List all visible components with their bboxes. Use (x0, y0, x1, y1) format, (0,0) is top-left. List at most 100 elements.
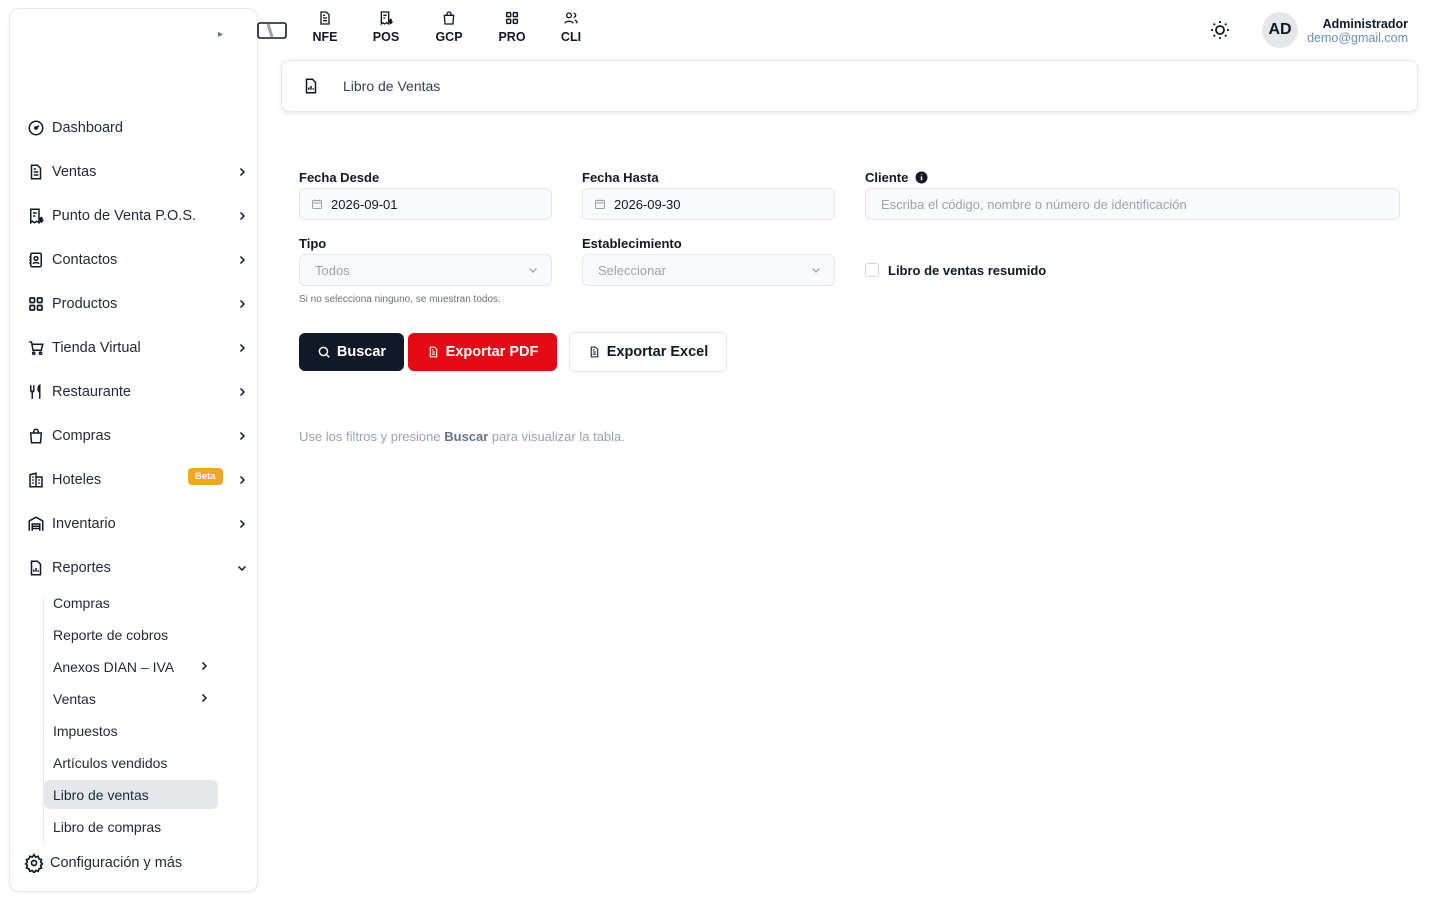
sidebar-item-label: Configuración y más (50, 855, 183, 871)
sidebar-item-label: Reportes (52, 560, 111, 576)
sidebar-item-reportes[interactable]: Reportes (26, 553, 250, 583)
report-icon (26, 558, 46, 578)
sub-item-label: Libro de compras (53, 818, 162, 835)
chevron-down-icon (234, 560, 250, 576)
sidebar-item-label: Productos (52, 296, 118, 312)
cliente-label-text: Cliente (865, 170, 909, 185)
user-email: demo@gmail.com (1307, 31, 1408, 45)
receipt-dollar-icon (26, 206, 46, 226)
sub-item-label: Artículos vendidos (53, 754, 168, 771)
tab-label: POS (372, 30, 400, 44)
tipo-select[interactable]: Todos (299, 254, 552, 286)
sidebar-toggle-button[interactable] (252, 18, 292, 44)
sub-item-reporte-cobros[interactable]: Reporte de cobros (44, 620, 218, 649)
grid-icon (26, 294, 46, 314)
invoice-icon (320, 11, 330, 25)
sidebar-item-label: Contactos (52, 252, 118, 268)
resumido-label[interactable]: Libro de ventas resumido (888, 263, 1046, 278)
tab-label: CLI (560, 30, 582, 44)
chevron-right-icon (234, 516, 250, 532)
info-icon[interactable] (915, 171, 928, 184)
tab-pro[interactable]: PRO (492, 10, 532, 50)
sidebar-item-pos[interactable]: Punto de Venta P.O.S. (26, 201, 250, 231)
resumido-checkbox[interactable] (865, 263, 879, 277)
cart-icon (26, 338, 46, 358)
cliente-search-input[interactable]: Escriba el código, nombre o número de id… (865, 188, 1400, 220)
tipo-label: Tipo (299, 236, 327, 251)
chevron-right-icon (234, 252, 250, 268)
gear-icon (24, 853, 44, 873)
sidebar-item-restaurante[interactable]: Restaurante (26, 377, 250, 407)
fecha-hasta-value: 2026-09-30 (614, 196, 681, 212)
shopping-bag-icon (26, 426, 46, 446)
empty-state-hint: Use los filtros y presione Buscar para v… (299, 429, 625, 444)
sidebar-item-contactos[interactable]: Contactos (26, 245, 250, 275)
avatar[interactable]: AD (1262, 12, 1298, 48)
page-title: Libro de Ventas (343, 78, 441, 94)
sidebar-item-inventario[interactable]: Inventario (26, 509, 250, 539)
sidebar-item-tienda-virtual[interactable]: Tienda Virtual (26, 333, 250, 363)
sub-item-articulos-vendidos[interactable]: Artículos vendidos (44, 748, 218, 777)
breadcrumb: Libro de Ventas (281, 60, 1418, 112)
report-icon (305, 78, 317, 94)
tab-nfe[interactable]: NFE (305, 10, 345, 50)
exportar-excel-button[interactable]: Exportar Excel (569, 332, 727, 372)
grid-icon (505, 11, 519, 25)
sidebar-item-productos[interactable]: Productos (26, 289, 250, 319)
gauge-icon (26, 118, 46, 138)
sidebar-item-configuracion[interactable]: Configuración y más (24, 848, 248, 878)
shopping-bag-icon (443, 11, 455, 25)
file-icon (590, 346, 599, 358)
chevron-right-icon (234, 428, 250, 444)
fecha-desde-value: 2026-09-01 (331, 196, 398, 212)
chevron-down-icon (529, 268, 537, 273)
cliente-placeholder: Escriba el código, nombre o número de id… (881, 196, 1187, 212)
tab-gcp[interactable]: GCP (429, 10, 469, 50)
sidebar-item-label: Inventario (52, 516, 116, 532)
receipt-dollar-icon (380, 11, 393, 26)
chevron-right-icon (234, 296, 250, 312)
sub-item-label: Compras (53, 594, 110, 611)
sub-item-impuestos[interactable]: Impuestos (44, 716, 218, 745)
fecha-hasta-input[interactable]: 2026-09-30 (582, 188, 835, 220)
users-icon (564, 12, 578, 24)
hint-prefix: Use los filtros y presione (299, 429, 445, 444)
sidebar-item-label: Ventas (52, 164, 97, 180)
sub-item-libro-compras[interactable]: Libro de compras (44, 812, 218, 841)
cliente-label: Cliente (865, 170, 928, 185)
sub-item-anexos-dian[interactable]: Anexos DIAN – IVA (44, 652, 218, 681)
chevron-right-icon (234, 472, 250, 488)
fecha-desde-input[interactable]: 2026-09-01 (299, 188, 552, 220)
sub-item-libro-ventas[interactable]: Libro de ventas (44, 780, 218, 809)
sidebar-item-dashboard[interactable]: Dashboard (26, 113, 250, 143)
establecimiento-select[interactable]: Seleccionar (582, 254, 835, 286)
logo-mark: ▸ (218, 29, 224, 40)
panel-toggle-icon (257, 22, 287, 39)
tipo-value: Todos (315, 262, 350, 278)
sub-item-label: Libro de ventas (53, 786, 149, 803)
tab-label: GCP (435, 30, 463, 44)
tab-pos[interactable]: POS (366, 10, 406, 50)
calendar-icon (312, 199, 322, 209)
sidebar-item-compras[interactable]: Compras (26, 421, 250, 451)
sub-item-label: Reporte de cobros (53, 626, 169, 643)
buscar-button[interactable]: Buscar (299, 333, 404, 371)
sidebar: ▸ Dashboard Ventas Punto de Venta P.O.S.… (9, 8, 258, 892)
sidebar-item-hoteles[interactable]: Hoteles Beta (26, 465, 250, 495)
exportar-excel-label: Exportar Excel (606, 344, 709, 360)
chevron-right-icon (198, 659, 210, 675)
sub-item-ventas[interactable]: Ventas (44, 684, 218, 713)
warehouse-icon (26, 514, 46, 534)
sub-item-label: Ventas (53, 690, 96, 707)
sidebar-item-label: Restaurante (52, 384, 131, 400)
theme-toggle-button[interactable] (1208, 18, 1232, 42)
tipo-help-text: Si no selecciona ninguno, se muestran to… (299, 294, 501, 305)
establecimiento-label: Establecimiento (582, 236, 682, 251)
sidebar-item-label: Dashboard (52, 120, 123, 136)
exportar-pdf-button[interactable]: Exportar PDF (408, 333, 557, 371)
sidebar-item-ventas[interactable]: Ventas (26, 157, 250, 187)
tab-cli[interactable]: CLI (551, 10, 591, 50)
sub-item-compras[interactable]: Compras (44, 588, 218, 617)
utensils-icon (26, 382, 46, 402)
beta-badge: Beta (188, 468, 223, 485)
